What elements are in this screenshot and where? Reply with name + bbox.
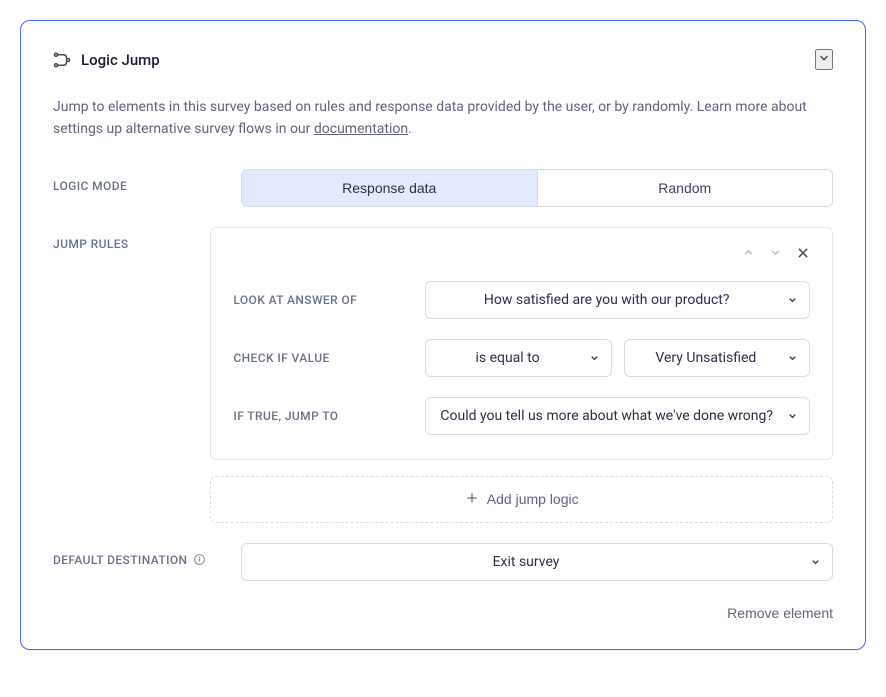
- rule-move-down-button[interactable]: [769, 246, 782, 263]
- chevron-up-icon: [742, 246, 755, 262]
- add-jump-logic-label: Add jump logic: [487, 491, 579, 507]
- logic-mode-response-data[interactable]: Response data: [242, 170, 537, 206]
- default-destination-select[interactable]: Exit survey: [241, 543, 833, 581]
- panel-title: Logic Jump: [81, 51, 160, 69]
- value-select[interactable]: Very Unsatisfied: [624, 339, 810, 377]
- if-true-jump-row: IF TRUE, JUMP TO Could you tell us more …: [233, 397, 810, 435]
- jump-to-select[interactable]: Could you tell us more about what we've …: [425, 397, 810, 435]
- default-destination-label: DEFAULT DESTINATION: [53, 543, 241, 567]
- default-destination-row: DEFAULT DESTINATION Exit survey: [53, 543, 833, 581]
- close-icon: [796, 246, 810, 263]
- info-icon: [193, 553, 206, 566]
- jump-rules-row: JUMP RULES: [53, 227, 833, 523]
- rule-delete-button[interactable]: [796, 246, 810, 263]
- logic-jump-icon: [53, 51, 71, 69]
- check-if-value-label: CHECK IF VALUE: [233, 351, 425, 365]
- logic-mode-random[interactable]: Random: [537, 170, 833, 206]
- logic-jump-panel: Logic Jump Jump to elements in this surv…: [20, 20, 866, 650]
- operator-select[interactable]: is equal to: [425, 339, 611, 377]
- panel-header: Logic Jump: [53, 49, 833, 70]
- check-if-value-row: CHECK IF VALUE is equal to Very Unsatisf…: [233, 339, 810, 377]
- logic-mode-row: LOGIC MODE Response data Random: [53, 169, 833, 207]
- look-at-answer-select[interactable]: How satisfied are you with our product?: [425, 281, 810, 319]
- if-true-jump-label: IF TRUE, JUMP TO: [233, 409, 425, 423]
- chevron-down-icon: [769, 246, 782, 262]
- logic-mode-label: LOGIC MODE: [53, 169, 241, 193]
- look-at-answer-label: LOOK AT ANSWER OF: [233, 293, 425, 307]
- chevron-down-icon: [817, 53, 831, 68]
- panel-description: Jump to elements in this survey based on…: [53, 96, 833, 141]
- panel-footer: Remove element: [53, 605, 833, 621]
- collapse-toggle[interactable]: [815, 49, 833, 70]
- documentation-link[interactable]: documentation: [314, 121, 408, 137]
- panel-header-left: Logic Jump: [53, 51, 160, 69]
- plus-icon: [465, 491, 479, 508]
- add-jump-logic-button[interactable]: Add jump logic: [210, 476, 833, 523]
- remove-element-button[interactable]: Remove element: [727, 605, 833, 621]
- rule-controls: [233, 246, 810, 263]
- jump-rules-label: JUMP RULES: [53, 227, 210, 251]
- jump-rule-card: LOOK AT ANSWER OF How satisfied are you …: [210, 227, 833, 460]
- rule-move-up-button[interactable]: [742, 246, 755, 263]
- look-at-answer-row: LOOK AT ANSWER OF How satisfied are you …: [233, 281, 810, 319]
- logic-mode-segmented: Response data Random: [241, 169, 833, 207]
